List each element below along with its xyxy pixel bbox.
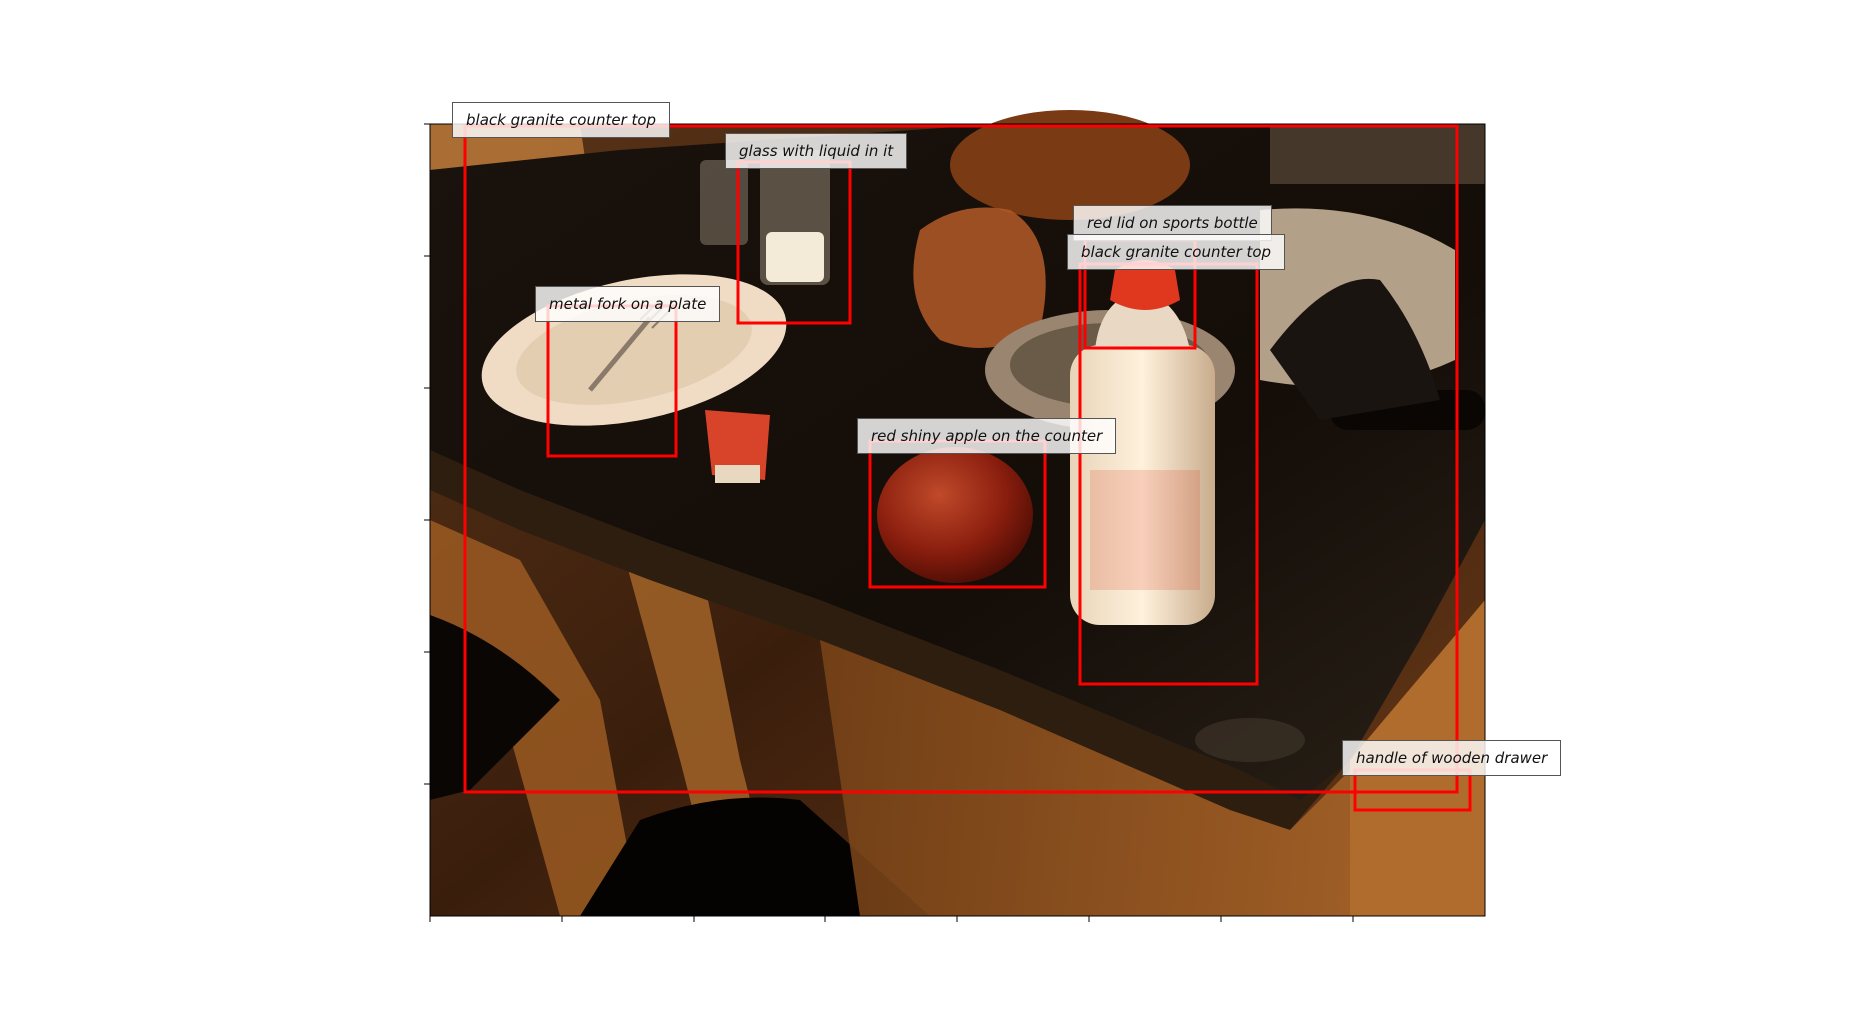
glass-left: [700, 160, 748, 245]
figure-canvas: black granite counter top glass with liq…: [0, 0, 1855, 1022]
annotation-label: glass with liquid in it: [725, 133, 908, 169]
liquid-in-glass: [766, 232, 824, 282]
y-ticks: [424, 123, 430, 785]
red-apple: [877, 447, 1033, 583]
annotation-label: red shiny apple on the counter: [857, 418, 1117, 454]
condiment-cup: [715, 465, 760, 483]
photo-plot: [424, 110, 1486, 922]
annotation-label: black granite counter top: [452, 102, 671, 138]
x-ticks: [429, 916, 1354, 922]
annotation-label: black granite counter top: [1067, 234, 1286, 270]
annotation-label: handle of wooden drawer: [1342, 740, 1562, 776]
bottle-print: [1090, 470, 1200, 590]
background-clutter: [1270, 124, 1485, 184]
annotation-label: metal fork on a plate: [535, 286, 721, 322]
photograph: [430, 110, 1485, 916]
counter-reflection: [1195, 718, 1305, 762]
